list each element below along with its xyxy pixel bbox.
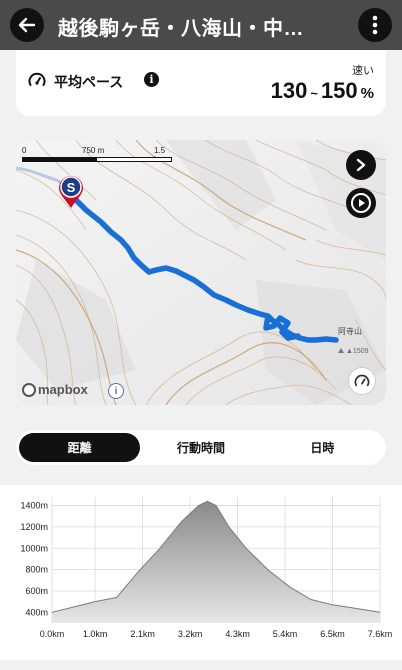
- app-header: 越後駒ヶ岳・八海山・中…: [0, 0, 402, 50]
- x-tick-label: 1.0km: [83, 629, 108, 639]
- x-tick-label: 6.5km: [320, 629, 345, 639]
- scale-label-mid: 750 m: [82, 146, 105, 155]
- map-info-button[interactable]: i: [108, 383, 124, 399]
- pace-range-tilde: ~: [310, 86, 318, 101]
- y-tick-label: 1400m: [20, 501, 48, 511]
- map-scale-bar: 0 750 m 1.5 km: [22, 146, 174, 166]
- route-map[interactable]: 0 750 m 1.5 km S 阿寺山 ▲1509 mapbox i: [16, 140, 386, 405]
- more-menu-button[interactable]: [358, 8, 392, 42]
- start-marker[interactable]: S: [58, 175, 84, 214]
- start-marker-label: S: [67, 180, 76, 195]
- scale-bar: [22, 157, 172, 162]
- tab-distance[interactable]: 距離: [19, 433, 141, 462]
- pace-range-low: 130: [270, 78, 308, 103]
- mapbox-attribution: mapbox: [38, 382, 88, 397]
- pace-range-high: 150: [320, 78, 358, 103]
- tab-active-time[interactable]: 行動時間: [140, 433, 261, 462]
- mapbox-logo: mapbox: [22, 382, 88, 397]
- pace-range: 130 ~150%: [271, 78, 374, 104]
- x-tick-label: 7.6km: [368, 629, 393, 639]
- map-pin-icon: S: [59, 176, 83, 208]
- peak-name-label: 阿寺山: [338, 327, 362, 336]
- average-pace-label: 平均ペース: [54, 74, 124, 90]
- y-tick-label: 800m: [25, 565, 48, 575]
- x-tick-label: 3.2km: [178, 629, 203, 639]
- y-tick-label: 400m: [25, 607, 48, 617]
- speedometer-icon: [354, 374, 370, 387]
- x-tick-label: 5.4km: [273, 629, 298, 639]
- scale-label-zero: 0: [22, 146, 27, 155]
- y-tick-label: 1200m: [20, 522, 48, 532]
- pace-range-unit: %: [360, 85, 374, 102]
- speedometer-icon: [28, 72, 46, 86]
- info-icon[interactable]: i: [144, 72, 159, 87]
- arrow-left-icon: [18, 17, 36, 33]
- x-tick-label: 2.1km: [130, 629, 155, 639]
- map-pace-button[interactable]: [348, 367, 376, 395]
- peak-elevation-label: ▲1509: [346, 348, 369, 355]
- chart-tabs: 距離 行動時間 日時: [16, 430, 386, 465]
- chevron-right-icon: [356, 158, 366, 172]
- page-title: 越後駒ヶ岳・八海山・中…: [58, 18, 304, 40]
- elevation-chart-svg: 400m 600m 800m 1000m 1200m 1400m 0.0km 1.0km 2.…: [20, 497, 393, 639]
- pace-card: 平均ペース i 速い 130 ~150%: [16, 50, 386, 116]
- y-tick-label: 1000m: [20, 543, 48, 553]
- x-tick-label: 0.0km: [40, 629, 65, 639]
- pace-speed-label: 速い: [352, 65, 374, 77]
- elevation-chart[interactable]: 400m 600m 800m 1000m 1200m 1400m 0.0km 1.0km 2.…: [0, 485, 402, 660]
- mapbox-icon: [22, 382, 36, 397]
- play-button[interactable]: [346, 188, 376, 218]
- next-button[interactable]: [346, 150, 376, 180]
- tab-datetime[interactable]: 日時: [262, 433, 383, 462]
- x-tick-label: 4.3km: [225, 629, 250, 639]
- play-icon: [351, 193, 371, 213]
- back-button[interactable]: [10, 8, 44, 42]
- more-vertical-icon: [372, 15, 378, 35]
- y-tick-label: 600m: [25, 586, 48, 596]
